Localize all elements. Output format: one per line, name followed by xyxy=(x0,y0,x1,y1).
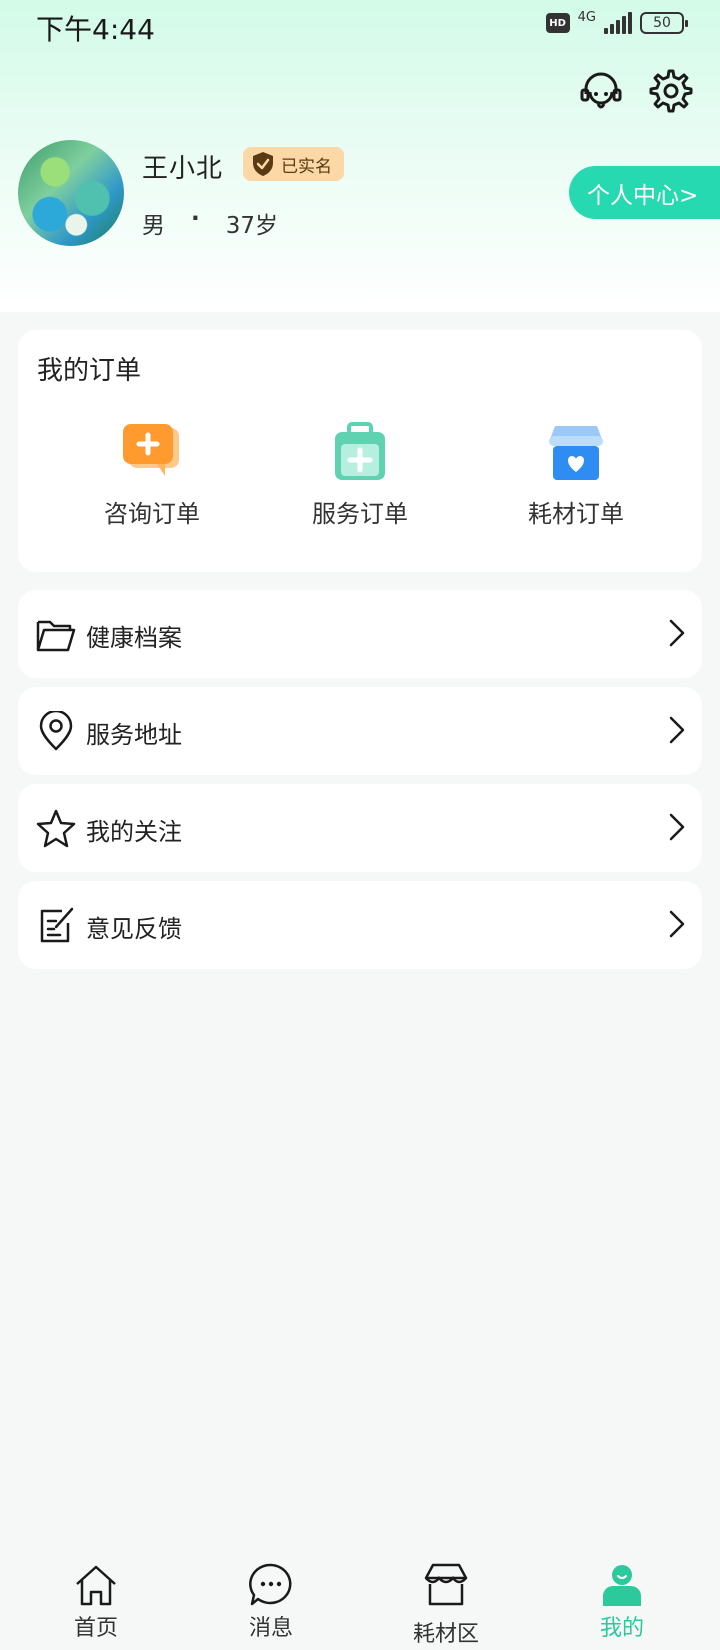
status-bar: 下午4:44 HD 4G 50 xyxy=(0,0,720,54)
user-meta: 男 · 37岁 xyxy=(142,206,278,240)
gear-icon[interactable] xyxy=(648,68,694,114)
menu-label-health-records: 健康档案 xyxy=(86,624,182,652)
tab-consumables[interactable]: 耗材区 xyxy=(396,1562,496,1648)
chevron-right-icon xyxy=(668,618,686,648)
user-gender: 男 xyxy=(142,213,165,239)
shield-check-icon xyxy=(253,152,273,176)
tab-label-consumables: 耗材区 xyxy=(412,1622,479,1647)
consult-order-label: 咨询订单 xyxy=(104,500,200,528)
bottom-tab-bar: 首页 消息 耗材区 我的 xyxy=(0,1544,720,1650)
verified-badge: 已实名 xyxy=(243,147,344,181)
tab-label-messages: 消息 xyxy=(248,1616,293,1641)
tab-label-me: 我的 xyxy=(599,1616,644,1641)
service-order-button[interactable]: 服务订单 xyxy=(270,422,450,529)
menu-item-service-address[interactable]: 服务地址 xyxy=(18,687,702,775)
verified-label: 已实名 xyxy=(281,156,332,177)
signal-icon xyxy=(604,12,632,34)
headset-icon[interactable] xyxy=(578,68,624,114)
tab-me[interactable]: 我的 xyxy=(572,1562,672,1642)
status-time: 下午4:44 xyxy=(36,13,155,46)
menu-item-my-follows[interactable]: 我的关注 xyxy=(18,784,702,872)
store-heart-icon xyxy=(545,422,607,484)
user-icon xyxy=(599,1562,645,1608)
consumable-order-button[interactable]: 耗材订单 xyxy=(486,422,666,529)
message-bubble-icon xyxy=(248,1562,294,1608)
user-age: 37岁 xyxy=(225,213,279,239)
consumable-order-label: 耗材订单 xyxy=(528,500,624,528)
hd-icon: HD xyxy=(545,13,570,33)
consult-chat-icon xyxy=(121,422,183,484)
menu-item-feedback[interactable]: 意见反馈 xyxy=(18,881,702,969)
network-type: 4G xyxy=(577,9,596,25)
tab-messages[interactable]: 消息 xyxy=(221,1562,321,1642)
chevron-right-icon xyxy=(668,812,686,842)
store-icon xyxy=(423,1562,469,1608)
tab-home[interactable]: 首页 xyxy=(46,1562,146,1642)
chevron-right-icon xyxy=(668,715,686,745)
chevron-right-icon xyxy=(668,909,686,939)
menu-label-service-address: 服务地址 xyxy=(86,721,182,749)
orders-card: 我的订单 咨询订单 服务订单 耗材订单 xyxy=(18,330,702,572)
battery-level: 50 xyxy=(653,15,671,31)
menu-item-health-records[interactable]: 健康档案 xyxy=(18,590,702,678)
meta-separator: · xyxy=(191,206,200,232)
consult-order-button[interactable]: 咨询订单 xyxy=(62,422,242,529)
star-icon xyxy=(36,808,76,848)
personal-center-button[interactable]: 个人中心> xyxy=(569,166,720,219)
tab-label-home: 首页 xyxy=(73,1616,118,1641)
menu-label-feedback: 意见反馈 xyxy=(86,915,182,943)
orders-title: 我的订单 xyxy=(37,356,142,386)
status-icons: HD 4G 50 xyxy=(545,9,688,34)
service-order-label: 服务订单 xyxy=(312,500,408,528)
folder-icon xyxy=(36,614,76,654)
medical-kit-icon xyxy=(329,422,391,484)
user-name: 王小北 xyxy=(142,154,224,184)
avatar[interactable] xyxy=(18,140,124,246)
location-pin-icon xyxy=(36,709,76,751)
menu-label-my-follows: 我的关注 xyxy=(86,818,182,846)
home-icon xyxy=(73,1562,119,1608)
feedback-edit-icon xyxy=(36,905,76,945)
battery-icon: 50 xyxy=(640,12,688,34)
